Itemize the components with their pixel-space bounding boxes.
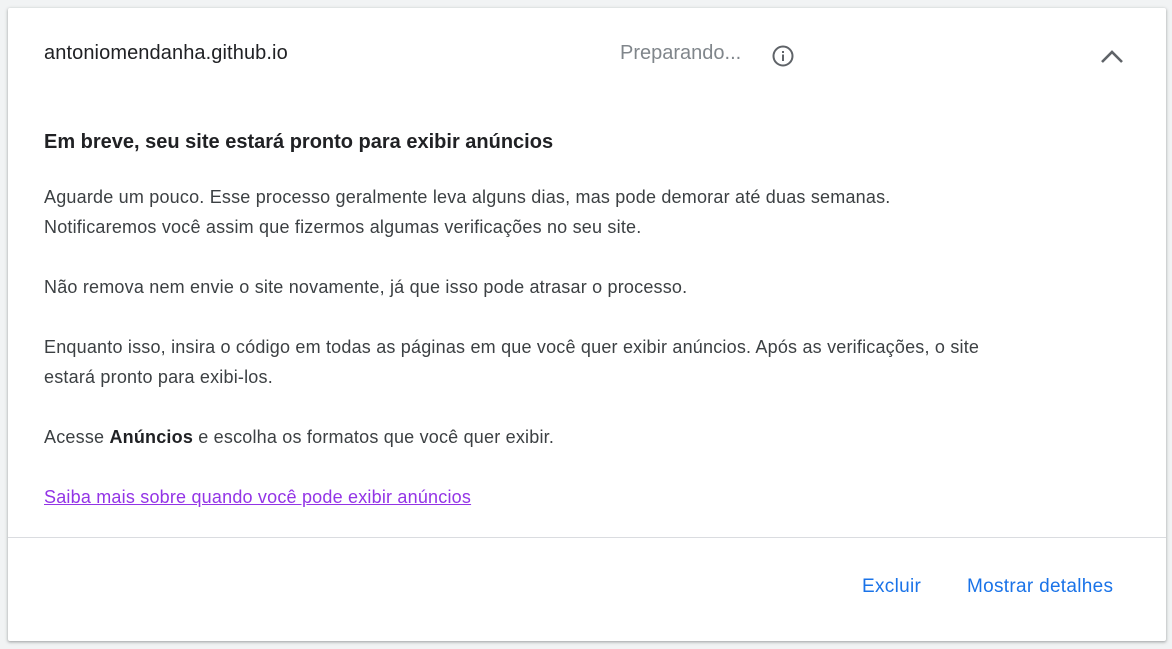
- info-icon[interactable]: [771, 44, 795, 68]
- ads-link-text: Anúncios: [109, 427, 194, 447]
- learn-more-link[interactable]: Saiba mais sobre quando você pode exibir…: [44, 487, 471, 507]
- delete-button[interactable]: Excluir: [862, 576, 921, 598]
- ads-prefix: Acesse: [44, 427, 110, 447]
- page-title: Em breve, seu site estará pronto para ex…: [44, 131, 554, 153]
- info-paragraph-warning: Não remova nem envie o site novamente, j…: [44, 277, 688, 297]
- card-header[interactable]: antoniomendanha.github.io Preparando...: [8, 8, 1166, 104]
- chevron-up-icon[interactable]: [1096, 42, 1128, 74]
- site-card: antoniomendanha.github.io Preparando... …: [8, 8, 1166, 641]
- show-details-button[interactable]: Mostrar detalhes: [967, 576, 1113, 598]
- ads-suffix: e escolha os formatos que você quer exib…: [193, 427, 555, 447]
- footer-divider: [8, 537, 1166, 538]
- info-paragraph-wait: Aguarde um pouco. Esse processo geralmen…: [44, 187, 891, 237]
- card-content: Em breve, seu site estará pronto para ex…: [44, 126, 984, 512]
- info-paragraph-ads: Acesse Anúncios e escolha os formatos qu…: [44, 422, 984, 452]
- status-label: Preparando...: [620, 42, 742, 64]
- site-name: antoniomendanha.github.io: [44, 42, 288, 64]
- info-paragraph-code: Enquanto isso, insira o código em todas …: [44, 337, 980, 387]
